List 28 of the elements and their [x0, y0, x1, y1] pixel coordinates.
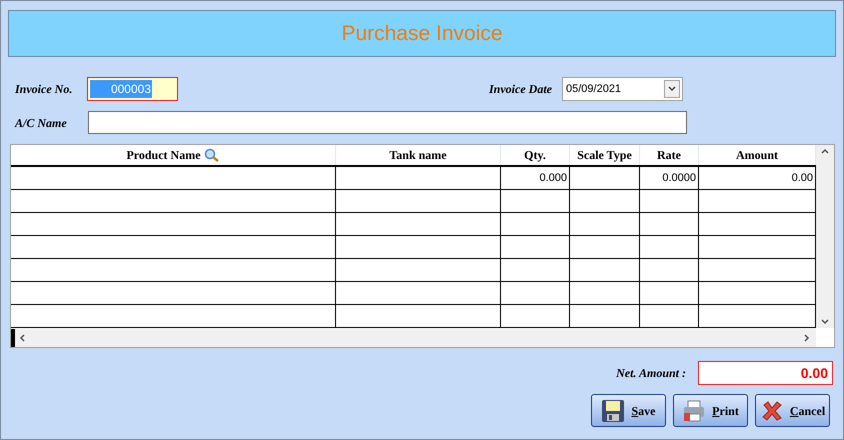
column-header[interactable]: Rate	[640, 145, 699, 165]
cancel-button[interactable]: Cancel	[755, 394, 830, 427]
printer-icon	[682, 398, 706, 422]
column-header[interactable]: Qty.	[501, 145, 570, 165]
horizontal-scrollbar[interactable]	[11, 329, 816, 347]
scroll-up-icon[interactable]	[821, 148, 829, 154]
ac-name-label: A/C Name	[15, 114, 68, 132]
dropdown-icon[interactable]	[664, 80, 680, 98]
invoice-no-label: Invoice No.	[15, 81, 74, 98]
column-header[interactable]: Scale Type	[570, 145, 640, 165]
vertical-scrollbar[interactable]	[816, 145, 834, 328]
invoice-date-field[interactable]: 05/09/2021	[562, 77, 683, 101]
ac-name-field[interactable]	[88, 111, 687, 134]
column-header[interactable]: Product Name	[11, 145, 336, 165]
save-button[interactable]: Save	[591, 394, 666, 427]
scroll-down-icon[interactable]	[821, 319, 829, 325]
table-cell: 0.0000	[640, 167, 699, 189]
table-cell: 0.000	[501, 167, 570, 189]
net-amount-field: 0.00	[698, 361, 833, 385]
invoice-date-label: Invoice Date	[489, 81, 552, 98]
scroll-left-icon[interactable]	[19, 334, 25, 342]
search-icon[interactable]	[204, 148, 220, 162]
net-amount-label: Net. Amount :	[616, 365, 686, 382]
scroll-right-icon[interactable]	[804, 334, 810, 342]
print-button[interactable]: Print	[673, 394, 748, 427]
column-header[interactable]: Tank name	[336, 145, 501, 165]
close-icon	[760, 398, 784, 422]
window-title: Purchase Invoice	[341, 20, 503, 47]
